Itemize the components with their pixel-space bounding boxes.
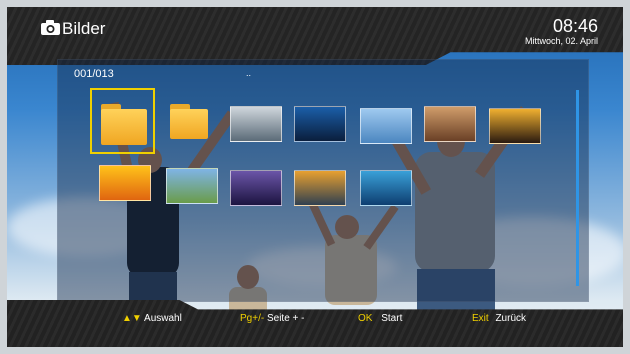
thumbnail-infinity-pool[interactable] xyxy=(294,106,346,142)
clock-date: Mittwoch, 02. April xyxy=(524,36,598,46)
page-hint: Pg+/- Seite + - xyxy=(240,313,305,324)
ok-hint: OK Start xyxy=(358,313,402,324)
page-hint-label: Seite + - xyxy=(266,313,305,324)
exit-hint-label: Zurück xyxy=(495,313,527,324)
current-path: .. xyxy=(246,68,252,78)
ok-hint-label: Start xyxy=(381,313,403,324)
scrollbar[interactable] xyxy=(576,90,579,286)
exit-key: Exit xyxy=(472,313,489,324)
page-title: Bilder xyxy=(62,19,106,38)
thumbnail-winter-avenue[interactable] xyxy=(230,106,282,142)
thumbnail-lightning[interactable] xyxy=(230,170,282,206)
thumbnail-sunburst[interactable] xyxy=(99,165,151,201)
clock-time: 08:46 xyxy=(552,16,598,36)
item-counter: 001/013 xyxy=(74,68,114,80)
folder-icon[interactable] xyxy=(170,104,208,139)
selection-highlight xyxy=(90,88,155,154)
thumbnail-ocean-splash[interactable] xyxy=(360,170,412,206)
exit-hint: Exit Zurück xyxy=(472,313,526,324)
thumbnail-golden-sunset[interactable] xyxy=(294,170,346,206)
up-down-arrows-icon: ▲▼ xyxy=(122,313,142,324)
thumbnail-desert-cliffs[interactable] xyxy=(424,106,476,142)
camera-icon xyxy=(41,20,60,35)
page-key: Pg+/- xyxy=(240,313,265,324)
nav-hint: ▲▼ Auswahl xyxy=(122,313,182,324)
nav-hint-label: Auswahl xyxy=(144,313,182,324)
thumbnail-city-skyline[interactable] xyxy=(360,108,412,144)
thumbnail-sunset-sea[interactable] xyxy=(489,108,541,144)
thumbnail-wind-turbines[interactable] xyxy=(166,168,218,204)
ok-key: OK xyxy=(358,313,373,324)
